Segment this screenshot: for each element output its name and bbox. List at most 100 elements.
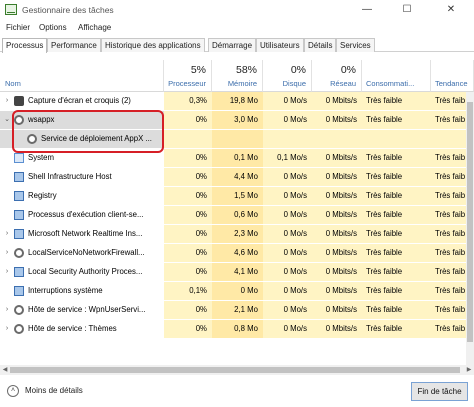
cell-mem: 2,3 Mo [212,225,263,243]
cell-cpu: 0% [164,225,212,243]
task-manager-icon [5,4,17,15]
tab-details[interactable]: Détails [304,38,337,52]
cell-disk: 0 Mo/s [263,92,312,110]
cell-disk [263,130,312,148]
column-header-disk[interactable]: 0% Disque [263,60,312,92]
cell-mem: 4,6 Mo [212,244,263,262]
tab-processus[interactable]: Processus [2,38,48,53]
cell-mem: 0,6 Mo [212,206,263,224]
table-row[interactable]: › Local Security Authority Proces... 0% 4,1… [0,263,474,281]
process-name: Microsoft Network Realtime Ins... [28,229,143,238]
cell-trend: Très faib [431,244,466,262]
process-name: Shell Infrastructure Host [28,172,112,181]
cell-mem [212,130,263,148]
process-name: Processus d'exécution client-se... [28,210,144,219]
window-icon [14,172,24,182]
menu-affichage[interactable]: Affichage [78,23,111,32]
chevron-right-icon[interactable]: › [3,225,11,243]
process-name: LocalServiceNoNetworkFirewall... [28,248,145,257]
cell-disk: 0 Mo/s [263,320,312,338]
cell-net: 0 Mbits/s [312,168,362,186]
chevron-right-icon[interactable]: › [3,92,11,110]
tab-historique[interactable]: Historique des applications [101,38,205,52]
cell-net: 0 Mbits/s [312,206,362,224]
cell-power: Très faible [362,320,431,338]
cell-cpu: 0% [164,187,212,205]
cell-net: 0 Mbits/s [312,301,362,319]
cell-trend: Très faib [431,225,466,243]
vertical-scroll-thumb[interactable] [467,102,473,342]
vertical-scrollbar[interactable] [466,92,474,365]
cell-net: 0 Mbits/s [312,92,362,110]
column-header-name[interactable]: Nom [0,60,164,92]
cell-trend: Très faib [431,92,466,110]
title-bar: Gestionnaire des tâches — ☐ ✕ [0,0,474,20]
table-row[interactable]: Processus d'exécution client-se... 0% 0,6 … [0,206,474,224]
process-name: Hôte de service : Thèmes [28,324,117,333]
table-row[interactable]: Registry 0% 1,5 Mo 0 Mo/s 0 Mbits/s Très faib… [0,187,474,205]
column-header-power[interactable]: Consommati... [362,60,431,92]
cell-mem: 4,4 Mo [212,168,263,186]
window-title: Gestionnaire des tâches [22,5,114,15]
tab-performance[interactable]: Performance [47,38,101,52]
close-button[interactable]: ✕ [436,0,466,20]
less-details-link[interactable]: Moins de détails [25,386,83,395]
cell-disk: 0 Mo/s [263,206,312,224]
cell-disk: 0 Mo/s [263,244,312,262]
chevron-right-icon[interactable]: › [3,301,11,319]
scroll-right-arrow-icon[interactable]: ▶ [464,365,474,375]
tab-utilisateurs[interactable]: Utilisateurs [256,38,304,52]
table-row[interactable]: › Hôte de service : WpnUserServi... 0% 2,1 … [0,301,474,319]
scroll-left-arrow-icon[interactable]: ◀ [0,365,10,375]
cell-trend: Très faib [431,282,466,300]
cell-net: 0 Mbits/s [312,187,362,205]
chevron-right-icon[interactable]: › [3,263,11,281]
menu-options[interactable]: Options [39,23,67,32]
cell-cpu: 0% [164,206,212,224]
table-row[interactable]: › Microsoft Network Realtime Ins... 0% 2,3 … [0,225,474,243]
cell-trend: Très faib [431,111,466,129]
maximize-button[interactable]: ☐ [392,0,422,20]
cell-net: 0 Mbits/s [312,244,362,262]
window-icon [14,229,24,239]
table-row[interactable]: › Hôte de service : Thèmes 0% 0,8 Mo 0 Mo/s 0… [0,320,474,338]
menu-fichier[interactable]: Fichier [6,23,30,32]
horizontal-scrollbar[interactable]: ◀ ▶ [0,365,474,375]
cell-power: Très faible [362,282,431,300]
column-header-trend[interactable]: Tendance [431,60,474,92]
chevron-down-icon[interactable]: ⌄ [3,111,11,129]
column-header-network[interactable]: 0% Réseau [312,60,362,92]
cell-cpu: 0% [164,111,212,129]
tab-demarrage[interactable]: Démarrage [208,38,257,52]
window-icon [14,286,24,296]
cell-net: 0 Mbits/s [312,225,362,243]
cell-power: Très faible [362,263,431,281]
cell-trend: Très faib [431,168,466,186]
end-task-button[interactable]: Fin de tâche [411,382,468,401]
table-row[interactable]: Shell Infrastructure Host 0% 4,4 Mo 0 Mo/s 0… [0,168,474,186]
cell-power: Très faible [362,225,431,243]
horizontal-scroll-thumb[interactable] [10,367,460,373]
table-row[interactable]: › LocalServiceNoNetworkFirewall... 0% 4,6 M… [0,244,474,262]
chevron-right-icon[interactable]: › [3,320,11,338]
chevron-up-icon[interactable]: ˄ [7,385,19,397]
cell-net: 0 Mbits/s [312,149,362,167]
table-row[interactable]: › Capture d'écran et croquis (2) 0,3% 19,8 … [0,92,474,110]
chevron-right-icon[interactable]: › [3,244,11,262]
cell-cpu: 0% [164,149,212,167]
process-name: Interruptions système [28,286,103,295]
cell-trend: Très faib [431,149,466,167]
column-header-memory[interactable]: 58% Mémoire [212,60,263,92]
gear-icon [14,248,24,258]
cell-mem: 0 Mo [212,282,263,300]
column-header-cpu[interactable]: 5% Processeur [164,60,212,92]
gear-icon [14,324,24,334]
cell-disk: 0 Mo/s [263,282,312,300]
minimize-button[interactable]: — [352,0,382,20]
cell-trend: Très faib [431,187,466,205]
cell-trend: Très faib [431,206,466,224]
table-row[interactable]: Interruptions système 0,1% 0 Mo 0 Mo/s 0 Mbi… [0,282,474,300]
tab-services[interactable]: Services [336,38,375,52]
window-icon [14,267,24,277]
cell-power: Très faible [362,111,431,129]
